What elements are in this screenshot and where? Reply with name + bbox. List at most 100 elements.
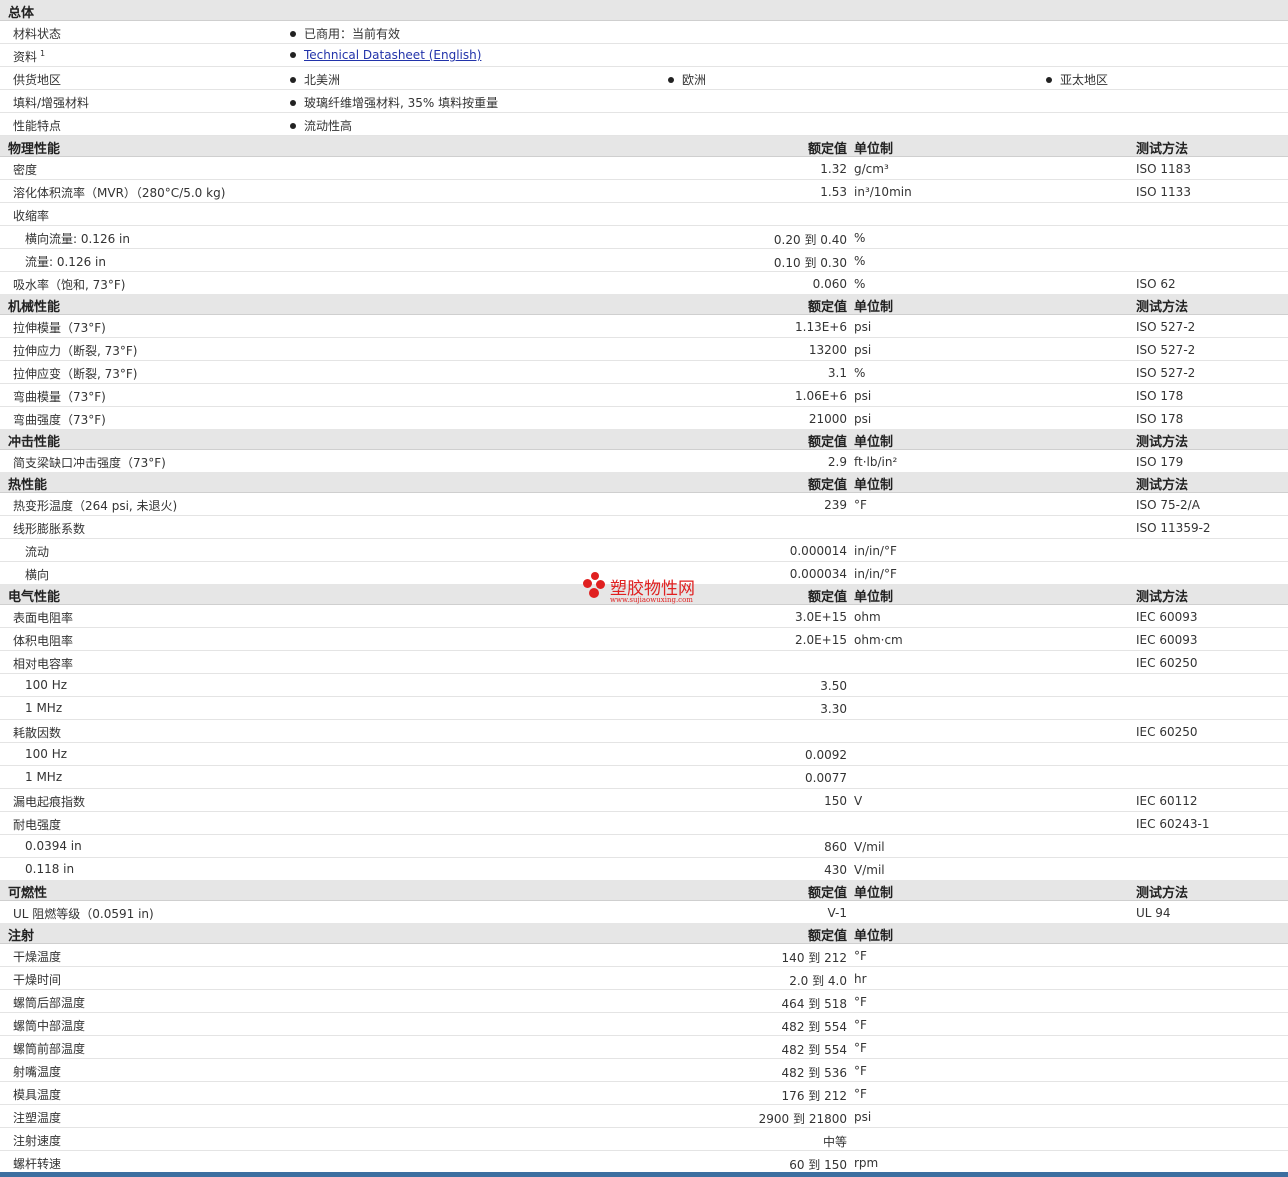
bullet-icon	[1046, 77, 1052, 83]
property-label: 热变形温度（264 psi, 未退火)	[13, 499, 178, 513]
header-unit: 单位制	[854, 590, 894, 605]
test-method: IEC 60112	[1136, 794, 1198, 808]
property-value: 3.0E+15	[795, 610, 847, 624]
test-method: UL 94	[1136, 906, 1171, 920]
property-row: 密度 1.32 g/cm³ ISO 1183	[0, 157, 1288, 180]
section-physical: 物理性能 额定值 单位制 测试方法	[0, 136, 1288, 157]
property-row: 线形膨胀系数 ISO 11359-2	[0, 516, 1288, 539]
header-unit: 单位制	[854, 435, 894, 450]
section-title: 机械性能	[8, 300, 61, 315]
property-value: 140 到 212	[781, 951, 847, 965]
property-unit: °F	[854, 1087, 867, 1101]
property-unit: in/in/°F	[854, 567, 897, 581]
header-method: 测试方法	[1136, 590, 1189, 605]
property-row: 流量: 0.126 in 0.10 到 0.30%	[0, 249, 1288, 272]
property-unit: ohm·cm	[854, 633, 903, 647]
property-row: 热变形温度（264 psi, 未退火) 239 °F ISO 75-2/A	[0, 493, 1288, 516]
datasheet-link[interactable]: Technical Datasheet (English)	[304, 48, 481, 62]
property-label: 收缩率	[13, 209, 50, 223]
test-method: ISO 527-2	[1136, 366, 1196, 380]
property-value: 430	[824, 863, 847, 877]
header-method: 测试方法	[1136, 435, 1189, 450]
property-row: 耐电强度 IEC 60243-1	[0, 812, 1288, 835]
status-value: 已商用：当前有效	[290, 25, 400, 42]
property-unit: °F	[854, 995, 867, 1009]
property-unit: rpm	[854, 1156, 879, 1170]
property-row: 干燥温度 140 到 212 °F	[0, 944, 1288, 967]
section-title: 物理性能	[8, 142, 61, 157]
property-row: 简支梁缺口冲击强度（73°F) 2.9 ft·lb/in² ISO 179	[0, 450, 1288, 473]
property-row: 流动 0.000014 in/in/°F	[0, 539, 1288, 562]
property-unit: ohm	[854, 610, 881, 624]
property-label: 横向	[25, 568, 50, 582]
property-unit: %	[854, 277, 866, 291]
bullet-icon	[290, 100, 296, 106]
property-row: 吸水率（饱和, 73°F) 0.060% ISO 62	[0, 272, 1288, 295]
watermark-url: www.sujiaowuxing.com	[610, 596, 693, 604]
section-title: 热性能	[8, 478, 48, 493]
header-method: 测试方法	[1136, 478, 1189, 493]
header-method: 测试方法	[1136, 142, 1189, 157]
datasheet-item: Technical Datasheet (English)	[290, 48, 481, 62]
test-method: IEC 60250	[1136, 725, 1198, 739]
property-label: 漏电起痕指数	[13, 795, 86, 809]
property-label: 拉伸应力（断裂, 73°F)	[13, 344, 138, 358]
property-label: 弯曲强度（73°F)	[13, 413, 106, 427]
property-label: 螺筒中部温度	[13, 1019, 86, 1033]
row-supply-regions: 供货地区 北美洲 欧洲 亚太地区	[0, 67, 1288, 90]
property-unit: psi	[854, 389, 872, 403]
header-unit: 单位制	[854, 300, 894, 315]
property-value: 0.0077	[805, 771, 847, 785]
property-unit: in/in/°F	[854, 544, 897, 558]
property-unit: psi	[854, 1110, 872, 1124]
property-value: 482 到 554	[781, 1020, 847, 1034]
test-method: ISO 1133	[1136, 185, 1191, 199]
header-value: 额定值	[807, 929, 847, 944]
property-unit: V/mil	[854, 863, 885, 877]
property-value: 2.0E+15	[795, 633, 847, 647]
property-label: 体积电阻率	[13, 634, 74, 648]
property-label: 弯曲模量（73°F)	[13, 390, 106, 404]
property-label: 溶化体积流率（MVR）（280°C/5.0 kg)	[13, 186, 226, 200]
property-row: 弯曲强度（73°F) 21000 psi ISO 178	[0, 407, 1288, 430]
property-label: 100 Hz	[25, 678, 68, 692]
section-thermal: 热性能 额定值 单位制 测试方法	[0, 472, 1288, 493]
property-label: 1 MHz	[25, 701, 63, 715]
header-value: 额定值	[807, 886, 847, 901]
property-label: 密度	[13, 163, 38, 177]
test-method: ISO 527-2	[1136, 343, 1196, 357]
row-label: 供货地区	[13, 73, 62, 87]
test-method: IEC 60250	[1136, 656, 1198, 670]
test-method: ISO 179	[1136, 455, 1184, 469]
property-label: 螺杆转速	[13, 1157, 62, 1171]
property-unit: °F	[854, 1041, 867, 1055]
property-row: 1 MHz 0.0077	[0, 766, 1288, 789]
property-value: 13200	[808, 343, 847, 357]
property-row: 表面电阻率 3.0E+15 ohm IEC 60093	[0, 605, 1288, 628]
property-label: 横向流量: 0.126 in	[25, 232, 130, 246]
header-value: 额定值	[807, 142, 847, 157]
property-row: 弯曲模量（73°F) 1.06E+6 psi ISO 178	[0, 384, 1288, 407]
property-label: 表面电阻率	[13, 611, 74, 625]
property-label: 干燥温度	[13, 950, 62, 964]
property-value: V-1	[827, 906, 847, 920]
section-title: 注射	[8, 929, 35, 944]
test-method: ISO 527-2	[1136, 320, 1196, 334]
property-row: 相对电容率 IEC 60250	[0, 651, 1288, 674]
property-label: 0.118 in	[25, 862, 75, 876]
property-value: 239	[824, 498, 847, 512]
section-title: 电气性能	[8, 590, 61, 605]
property-unit: ft·lb/in²	[854, 455, 898, 469]
property-unit: %	[854, 366, 866, 380]
test-method: ISO 1183	[1136, 162, 1191, 176]
row-label: 性能特点	[13, 119, 62, 133]
header-unit: 单位制	[854, 478, 894, 493]
property-value: 21000	[808, 412, 847, 426]
property-value: 0.10 到 0.30	[773, 256, 847, 270]
property-label: 耗散因数	[13, 726, 62, 740]
property-value: 1.06E+6	[795, 389, 847, 403]
property-row: 拉伸模量（73°F) 1.13E+6 psi ISO 527-2	[0, 315, 1288, 338]
region-item: 北美洲	[290, 71, 340, 88]
property-row: 螺杆转速 60 到 150 rpm	[0, 1151, 1288, 1174]
property-value: 2.0 到 4.0	[789, 974, 847, 988]
